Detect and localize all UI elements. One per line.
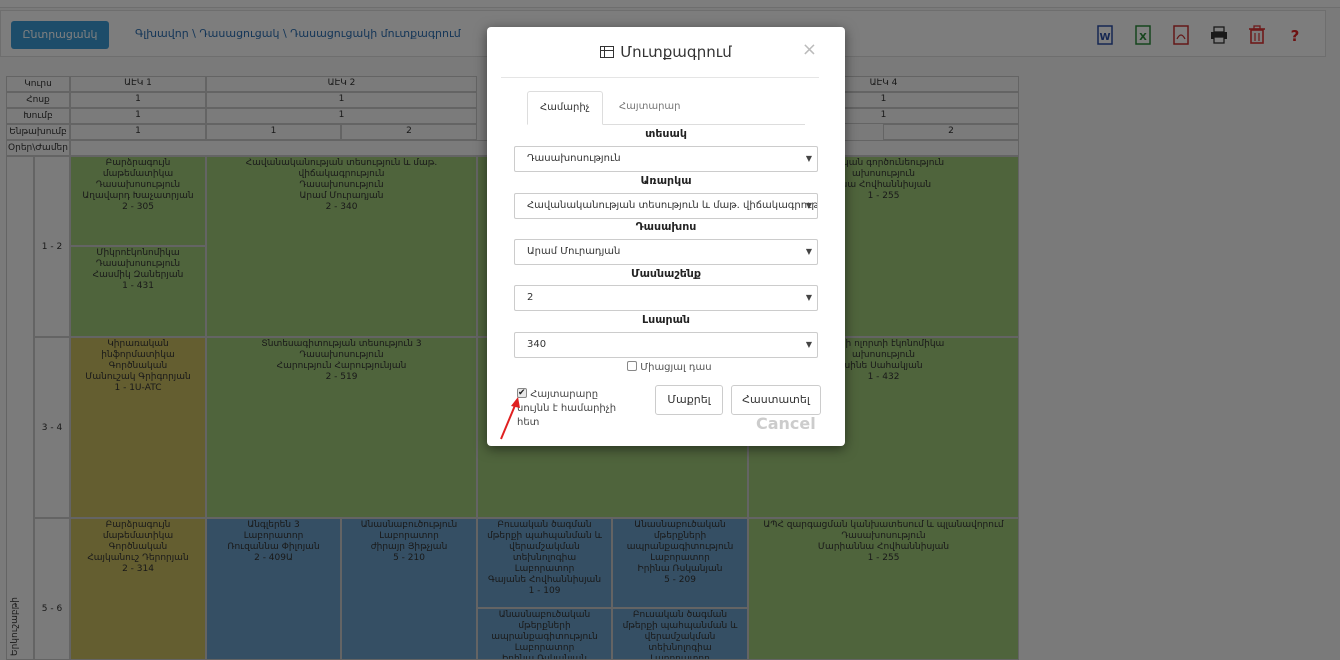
tab-denominator[interactable]: Հայտարար xyxy=(607,91,693,125)
single-class-option: Միացյալ դաս xyxy=(627,361,712,373)
type-select-value: Դասախոսություն xyxy=(527,153,621,164)
modal-title: Մուտքագրում xyxy=(487,43,845,61)
single-class-checkbox[interactable] xyxy=(627,361,637,371)
field-label-subject: Առարկա xyxy=(640,174,692,187)
single-class-label: Միացյալ դաս xyxy=(640,362,712,373)
tab-numerator[interactable]: Համարիչ xyxy=(527,91,603,125)
clear-button[interactable]: Մաքրել xyxy=(655,385,723,415)
building-select-value: 2 xyxy=(527,292,534,303)
confirm-button[interactable]: Հաստատել xyxy=(731,385,821,415)
field-label-room: Լսարան xyxy=(642,313,690,326)
chevron-down-icon: ▼ xyxy=(805,340,812,349)
cancel-button[interactable]: Cancel xyxy=(756,414,816,433)
tab-bar: Համարիչ Հայտարար xyxy=(527,91,805,125)
close-icon[interactable]: × xyxy=(802,39,817,60)
field-label-type: տեսակ xyxy=(645,127,687,140)
lecturer-select-value: Արամ Մուրադյան xyxy=(527,246,621,257)
entry-modal: Մուտքագրում × Համարիչ Հայտարար տեսակ Դաս… xyxy=(487,27,845,446)
field-label-building: Մասնաշենք xyxy=(631,267,701,280)
type-select[interactable]: Դասախոսություն ▼ xyxy=(514,146,818,172)
subject-select-value: Հավանականության տեսություն և մաթ. վիճակա… xyxy=(527,200,818,211)
lecturer-select[interactable]: Արամ Մուրադյան ▼ xyxy=(514,239,818,265)
red-arrow-annotation xyxy=(500,397,520,440)
divider xyxy=(501,77,819,78)
chevron-down-icon: ▼ xyxy=(805,293,812,302)
table-icon xyxy=(600,46,615,58)
room-select-value: 340 xyxy=(527,339,547,350)
room-select[interactable]: 340 ▼ xyxy=(514,332,818,358)
field-label-lecturer: Դասախոս xyxy=(635,220,697,233)
chevron-down-icon: ▼ xyxy=(805,154,812,163)
modal-title-text: Մուտքագրում xyxy=(620,43,732,61)
same-as-numerator-option: Հայտարարը նույնն է համարիչի հետ xyxy=(517,386,627,430)
chevron-down-icon: ▼ xyxy=(805,247,812,256)
same-as-numerator-label: Հայտարարը նույնն է համարիչի հետ xyxy=(517,389,617,428)
subject-select[interactable]: Հավանականության տեսություն և մաթ. վիճակա… xyxy=(514,193,818,219)
building-select[interactable]: 2 ▼ xyxy=(514,285,818,311)
chevron-down-icon: ▼ xyxy=(805,201,812,210)
